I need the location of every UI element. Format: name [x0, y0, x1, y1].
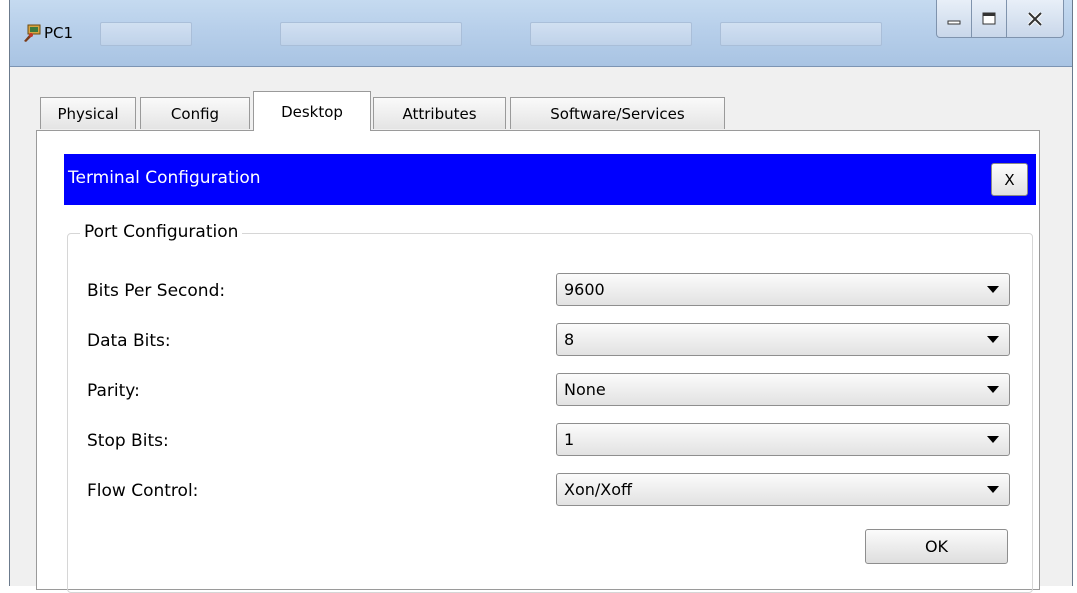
chevron-down-icon [987, 336, 999, 343]
tab-label: Config [170, 104, 220, 123]
tab-attributes[interactable]: Attributes [373, 97, 506, 129]
titlebar-background-blur [720, 22, 882, 46]
minimize-icon [947, 20, 961, 24]
window-title: PC1 [44, 24, 74, 42]
maximize-icon [982, 12, 996, 24]
close-icon [1027, 11, 1043, 26]
select-value: Xon/Xoff [564, 480, 633, 499]
select-value: None [564, 380, 606, 399]
tab-label: Physical [57, 104, 119, 123]
app-window: PC1 Physical Config Desktop Attributes S… [9, 0, 1073, 593]
tab-label: Desktop [281, 102, 343, 121]
select-value: 1 [564, 430, 575, 449]
titlebar-background-blur [100, 22, 192, 46]
titlebar-background-blur [530, 22, 692, 46]
ok-button[interactable]: OK [865, 529, 1008, 564]
flow-control-label: Flow Control: [87, 481, 199, 501]
close-button[interactable] [1006, 0, 1064, 38]
group-legend: Port Configuration [80, 222, 243, 242]
packet-tracer-pc-icon [24, 24, 41, 42]
title-bar[interactable]: PC1 [10, 0, 1072, 67]
select-value: 8 [564, 330, 575, 349]
terminal-config-header: Terminal Configuration X [64, 154, 1036, 205]
tab-software-services[interactable]: Software/Services [510, 97, 725, 129]
stop-bits-label: Stop Bits: [87, 431, 169, 451]
parity-label: Parity: [87, 381, 140, 401]
chevron-down-icon [987, 286, 999, 293]
data-bits-select[interactable]: 8 [556, 323, 1010, 356]
window-controls [936, 0, 1064, 44]
parity-select[interactable]: None [556, 373, 1010, 406]
dialog-title: Terminal Configuration [68, 168, 261, 188]
tab-label: Attributes [402, 104, 477, 123]
select-value: 9600 [564, 280, 605, 299]
titlebar-background-blur [280, 22, 462, 46]
minimize-button[interactable] [936, 0, 972, 38]
tab-desktop[interactable]: Desktop [253, 91, 371, 131]
maximize-button[interactable] [971, 0, 1007, 38]
tab-physical[interactable]: Physical [40, 97, 136, 129]
desktop-panel: Terminal Configuration X Port Configurat… [36, 130, 1040, 593]
tab-config[interactable]: Config [140, 97, 250, 129]
chevron-down-icon [987, 386, 999, 393]
chevron-down-icon [987, 436, 999, 443]
data-bits-label: Data Bits: [87, 331, 171, 351]
dialog-close-button[interactable]: X [991, 163, 1028, 196]
tab-label: Software/Services [550, 104, 685, 123]
stop-bits-select[interactable]: 1 [556, 423, 1010, 456]
chevron-down-icon [987, 486, 999, 493]
bits-per-second-select[interactable]: 9600 [556, 273, 1010, 306]
bits-per-second-label: Bits Per Second: [87, 281, 226, 301]
flow-control-select[interactable]: Xon/Xoff [556, 473, 1010, 506]
window-client-area: Physical Config Desktop Attributes Softw… [10, 67, 1072, 593]
